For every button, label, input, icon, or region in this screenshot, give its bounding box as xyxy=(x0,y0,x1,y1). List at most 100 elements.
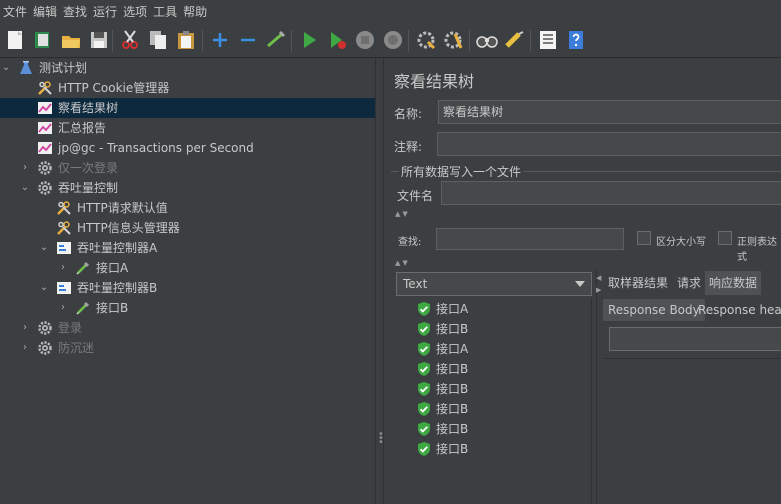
pipette-icon xyxy=(75,260,91,276)
flask-icon xyxy=(18,60,34,76)
vertical-splitter[interactable]: • • • xyxy=(375,58,384,504)
filename-label: 文件名 xyxy=(397,189,434,203)
search-icon[interactable] xyxy=(475,28,499,52)
menu-bar: 文件 编辑 查找 运行 选项 工具 帮助 xyxy=(0,0,781,24)
chevron-right-icon[interactable]: › xyxy=(57,258,69,278)
tree-node-label: 吞吐量控制器B xyxy=(77,281,158,295)
tree-node-label: jp@gc - Transactions per Second xyxy=(58,141,254,155)
tree-node-label: 登录 xyxy=(58,321,83,335)
chevron-down-icon[interactable]: ⌄ xyxy=(0,58,12,78)
tab-response-0[interactable]: Response Body xyxy=(603,299,705,321)
clear-all-icon[interactable] xyxy=(442,28,466,52)
expand-icon[interactable] xyxy=(208,28,232,52)
case-sensitive-label: 区分大小写 xyxy=(656,237,706,248)
gear-icon xyxy=(37,180,53,196)
chevron-right-icon[interactable]: › xyxy=(19,318,31,338)
chevron-right-icon[interactable]: › xyxy=(19,158,31,178)
toolbar-separator xyxy=(469,30,470,52)
templates-icon[interactable] xyxy=(31,28,55,52)
panel-title: 察看结果树 xyxy=(394,72,475,91)
case-sensitive-checkbox[interactable] xyxy=(637,231,651,245)
tree-node[interactable]: › 防沉迷 xyxy=(0,338,375,358)
controller-icon xyxy=(56,280,72,296)
horizontal-splitter-bottom[interactable]: ▲▼ xyxy=(385,259,781,269)
menu-4[interactable]: 选项 xyxy=(120,0,150,24)
tab-detail-1[interactable]: 请求 xyxy=(673,271,705,295)
success-shield-icon xyxy=(416,361,432,377)
horizontal-splitter-top[interactable]: ▲▼ xyxy=(385,210,781,220)
toggle-icon[interactable] xyxy=(264,28,288,52)
menu-2[interactable]: 查找 xyxy=(60,0,90,24)
toolbar-separator xyxy=(408,30,409,52)
wrench-icon xyxy=(56,200,72,216)
regex-checkbox[interactable] xyxy=(718,231,732,245)
detail-splitter-arrows-icon[interactable]: ◀ ▶ xyxy=(596,272,604,296)
tree-node[interactable]: ⌄ 吞吐量控制 xyxy=(0,178,375,198)
file-group-label: 所有数据写入一个文件 xyxy=(399,163,524,180)
comment-input[interactable] xyxy=(437,132,781,156)
collapse-icon[interactable] xyxy=(236,28,260,52)
tree-node[interactable]: HTTP请求默认值 xyxy=(0,198,375,218)
tree-node[interactable]: jp@gc - Transactions per Second xyxy=(0,138,375,158)
start-icon[interactable] xyxy=(297,28,321,52)
result-item-label: 接口B xyxy=(436,402,469,416)
gear-icon xyxy=(37,160,53,176)
wrench-icon xyxy=(56,220,72,236)
menu-3[interactable]: 运行 xyxy=(90,0,120,24)
chart-icon xyxy=(37,100,53,116)
name-input[interactable]: 察看结果树 xyxy=(438,100,781,124)
search-input[interactable] xyxy=(436,228,624,250)
result-item-label: 接口A xyxy=(436,342,469,356)
menu-5[interactable]: 工具 xyxy=(150,0,180,24)
tree-node[interactable]: HTTP Cookie管理器 xyxy=(0,78,375,98)
reset-search-icon[interactable] xyxy=(503,28,527,52)
tree-node[interactable]: 察看结果树 xyxy=(0,98,375,118)
chevron-right-icon[interactable]: › xyxy=(19,338,31,358)
copy-icon[interactable] xyxy=(146,28,170,52)
filename-input[interactable] xyxy=(441,181,781,205)
new-icon[interactable] xyxy=(3,28,27,52)
gear-icon xyxy=(37,340,53,356)
chevron-down-icon[interactable]: ⌄ xyxy=(38,278,50,298)
tree-node[interactable]: › 仅一次登录 xyxy=(0,158,375,178)
view-results-tree-panel: 察看结果树 名称: 察看结果树 注释: 所有数据写入一个文件 文件名 ▲▼ 查找… xyxy=(385,58,781,504)
open-icon[interactable] xyxy=(59,28,83,52)
results-list: 接口A 接口B 接口A 接口B 接口B 接口B 接口B 接口B xyxy=(396,298,592,504)
tab-response-1[interactable]: Response headers xyxy=(693,299,781,321)
tree-node[interactable]: › 登录 xyxy=(0,318,375,338)
menu-1[interactable]: 编辑 xyxy=(30,0,60,24)
tab-detail-0[interactable]: 取样器结果 xyxy=(604,271,672,295)
response-search-input[interactable] xyxy=(609,327,781,351)
success-shield-icon xyxy=(416,401,432,417)
menu-6[interactable]: 帮助 xyxy=(180,0,210,24)
tree-node[interactable]: 汇总报告 xyxy=(0,118,375,138)
chevron-down-icon[interactable]: ⌄ xyxy=(38,238,50,258)
chevron-right-icon[interactable]: › xyxy=(57,298,69,318)
renderer-select[interactable]: Text xyxy=(396,272,592,296)
collapse-arrows-icon: ▲▼ xyxy=(395,210,410,218)
toolbar-separator xyxy=(202,30,203,52)
response-body-area[interactable] xyxy=(603,358,781,504)
tree-node[interactable]: ⌄ 吞吐量控制器B xyxy=(0,278,375,298)
wrench-icon xyxy=(37,80,53,96)
success-shield-icon xyxy=(416,421,432,437)
help-icon[interactable] xyxy=(564,28,588,52)
tree-node-label: HTTP信息头管理器 xyxy=(77,221,180,235)
function-helper-icon[interactable] xyxy=(536,28,560,52)
stop-icon[interactable] xyxy=(353,28,377,52)
shutdown-icon[interactable] xyxy=(381,28,405,52)
paste-icon[interactable] xyxy=(174,28,198,52)
tab-detail-2[interactable]: 响应数据 xyxy=(705,271,762,295)
tree-node-label: 汇总报告 xyxy=(58,121,107,135)
start-no-pause-icon[interactable] xyxy=(325,28,349,52)
tree-node[interactable]: › 接口A xyxy=(0,258,375,278)
tree-node[interactable]: HTTP信息头管理器 xyxy=(0,218,375,238)
chevron-down-icon[interactable]: ⌄ xyxy=(19,178,31,198)
tree-node[interactable]: ⌄ 测试计划 xyxy=(0,58,375,78)
menu-0[interactable]: 文件 xyxy=(0,0,30,24)
tree-node[interactable]: ⌄ 吞吐量控制器A xyxy=(0,238,375,258)
clear-icon[interactable] xyxy=(414,28,438,52)
tree-node[interactable]: › 接口B xyxy=(0,298,375,318)
cut-icon[interactable] xyxy=(118,28,142,52)
save-icon[interactable] xyxy=(87,28,111,52)
